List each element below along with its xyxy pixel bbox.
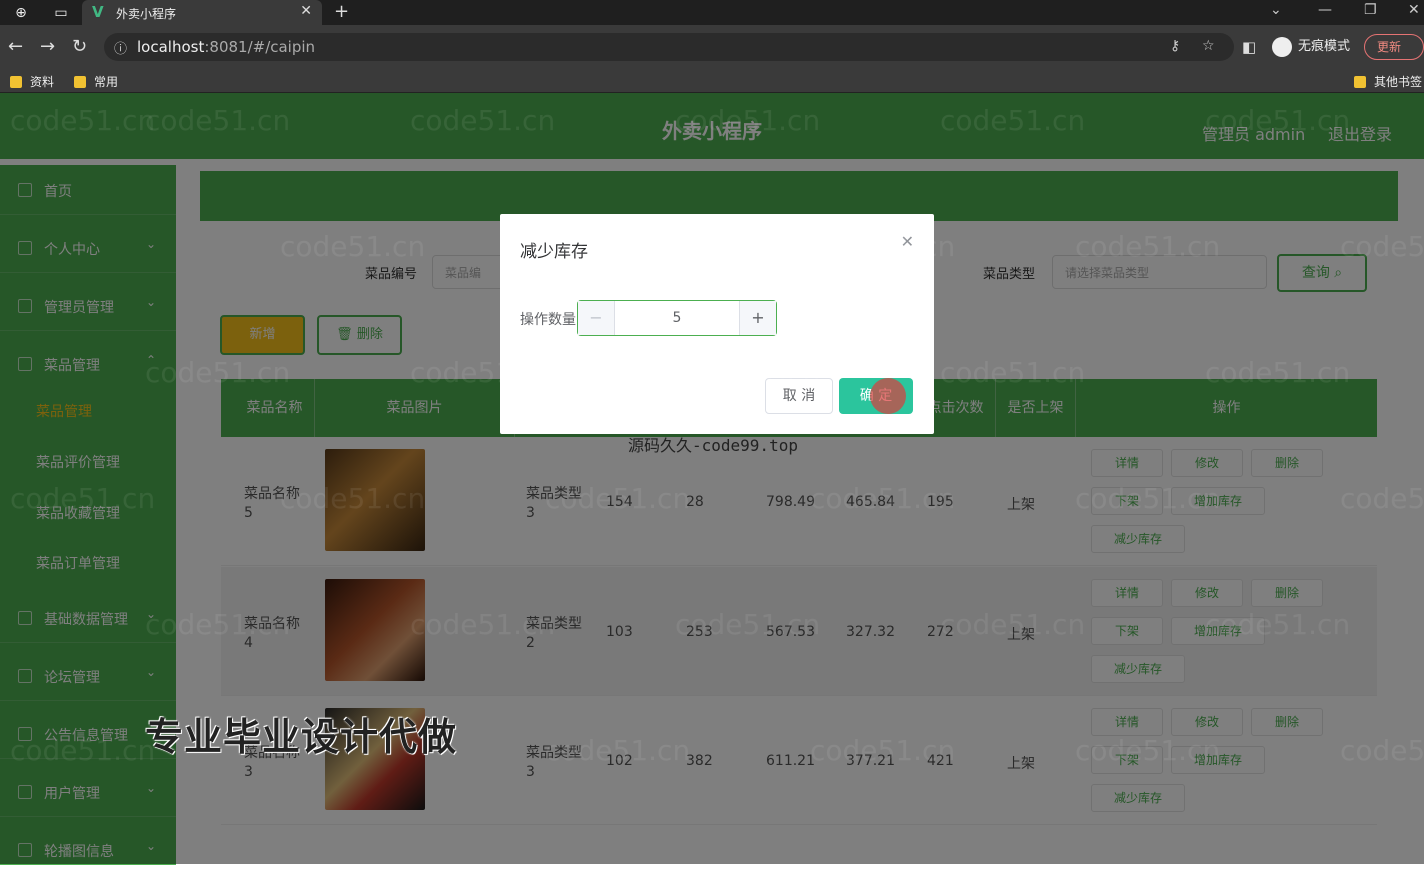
- pointer-cursor-icon: [870, 378, 906, 414]
- plus-icon[interactable]: +: [739, 301, 776, 335]
- globe-icon[interactable]: ⊕: [12, 4, 30, 22]
- tab-title: 外卖小程序: [116, 7, 177, 21]
- url-host: localhost: [137, 38, 205, 56]
- watermark-text: code51.cn: [1205, 608, 1351, 641]
- back-icon[interactable]: ←: [8, 36, 23, 57]
- watermark-text: code51.cn: [1340, 482, 1424, 515]
- tab-overview-icon[interactable]: ▭: [52, 4, 70, 22]
- quantity-input[interactable]: 5: [615, 301, 739, 335]
- watermark-text: code51.cn: [1075, 482, 1221, 515]
- site-watermark-text: 源码久久-code99.top: [628, 436, 798, 455]
- close-icon[interactable]: ✕: [300, 3, 312, 19]
- new-tab-icon[interactable]: +: [334, 1, 349, 22]
- star-icon[interactable]: ☆: [1202, 38, 1215, 54]
- folder-icon: [10, 76, 22, 88]
- watermark-text: code51.cn: [280, 230, 426, 263]
- watermark-text: code51.cn: [810, 230, 956, 263]
- watermark-text: code51.cn: [675, 104, 821, 137]
- browser-tab-strip: ⊕ ▭ V 外卖小程序 ✕ + ⌄ — ❐ ✕: [0, 0, 1424, 25]
- reload-icon[interactable]: ↻: [72, 36, 87, 57]
- watermark-text: code51.cn: [545, 734, 691, 767]
- quantity-stepper[interactable]: − 5 +: [577, 300, 777, 336]
- key-icon[interactable]: ⚷: [1170, 38, 1180, 54]
- watermark-text: code51.cn: [280, 482, 426, 515]
- watermark-text: code51.cn: [1075, 230, 1221, 263]
- vue-logo-icon: V: [92, 3, 104, 21]
- sidebar-toggle-icon[interactable]: ◧: [1242, 38, 1256, 56]
- url-path: :8081/#/caipin: [204, 38, 316, 56]
- watermark-text: code51.cn: [940, 104, 1086, 137]
- bookmark-folder[interactable]: 常用: [74, 73, 118, 90]
- promo-watermark-text: 专业毕业设计代做: [145, 715, 458, 759]
- forward-icon[interactable]: →: [40, 36, 55, 57]
- incognito-icon: [1272, 36, 1292, 57]
- watermark-text: code51.cn: [1205, 356, 1351, 389]
- watermark-text: code51.cn: [1340, 230, 1424, 263]
- watermark-text: code51.cn: [10, 104, 156, 137]
- watermark-text: code51.cn: [1205, 104, 1351, 137]
- window-close-icon[interactable]: ✕: [1408, 2, 1420, 18]
- watermark-text: code51.cn: [675, 608, 821, 641]
- watermark-text: code51.cn: [10, 482, 156, 515]
- watermark-text: code51.cn: [545, 230, 691, 263]
- watermark-text: code51.cn: [410, 356, 556, 389]
- restore-icon[interactable]: ❐: [1364, 2, 1377, 18]
- info-icon[interactable]: ⓘ: [114, 38, 127, 57]
- bookmark-folder[interactable]: 资料: [10, 73, 54, 90]
- folder-icon: [1354, 76, 1366, 88]
- quantity-label: 操作数量: [520, 312, 576, 328]
- watermark-text: code51.cn: [940, 356, 1086, 389]
- watermark-text: code51.cn: [940, 608, 1086, 641]
- watermark-text: code51.cn: [810, 482, 956, 515]
- url-input[interactable]: ⓘ localhost:8081/#/caipin ⚷ ☆: [104, 33, 1234, 61]
- watermark-text: code51.cn: [145, 608, 291, 641]
- watermark-text: code51.cn: [545, 482, 691, 515]
- watermark-text: code51.cn: [675, 356, 821, 389]
- watermark-text: code51.cn: [145, 356, 291, 389]
- watermark-text: code51.cn: [145, 104, 291, 137]
- watermark-text: code51.cn: [10, 734, 156, 767]
- address-bar: ← → ↻ ⓘ localhost:8081/#/caipin ⚷ ☆ ◧ 无痕…: [0, 25, 1424, 69]
- watermark-text: code51.cn: [810, 734, 956, 767]
- minus-icon[interactable]: −: [578, 301, 615, 335]
- browser-tab[interactable]: V 外卖小程序 ✕: [82, 0, 322, 25]
- minimize-icon[interactable]: —: [1318, 2, 1332, 18]
- watermark-text: code51.cn: [1075, 734, 1221, 767]
- watermark-text: code51.cn: [410, 104, 556, 137]
- incognito-label: 无痕模式: [1298, 39, 1351, 54]
- watermark-text: code51.cn: [410, 608, 556, 641]
- incognito-indicator[interactable]: 无痕模式: [1272, 33, 1350, 61]
- watermark-text: code51.cn: [1340, 734, 1424, 767]
- chevron-down-icon[interactable]: ⌄: [1270, 2, 1282, 18]
- other-bookmarks[interactable]: 其他书签: [1354, 73, 1422, 90]
- update-button[interactable]: 更新: [1364, 34, 1424, 60]
- bookmarks-bar: 资料 常用 其他书签: [0, 69, 1424, 93]
- folder-icon: [74, 76, 86, 88]
